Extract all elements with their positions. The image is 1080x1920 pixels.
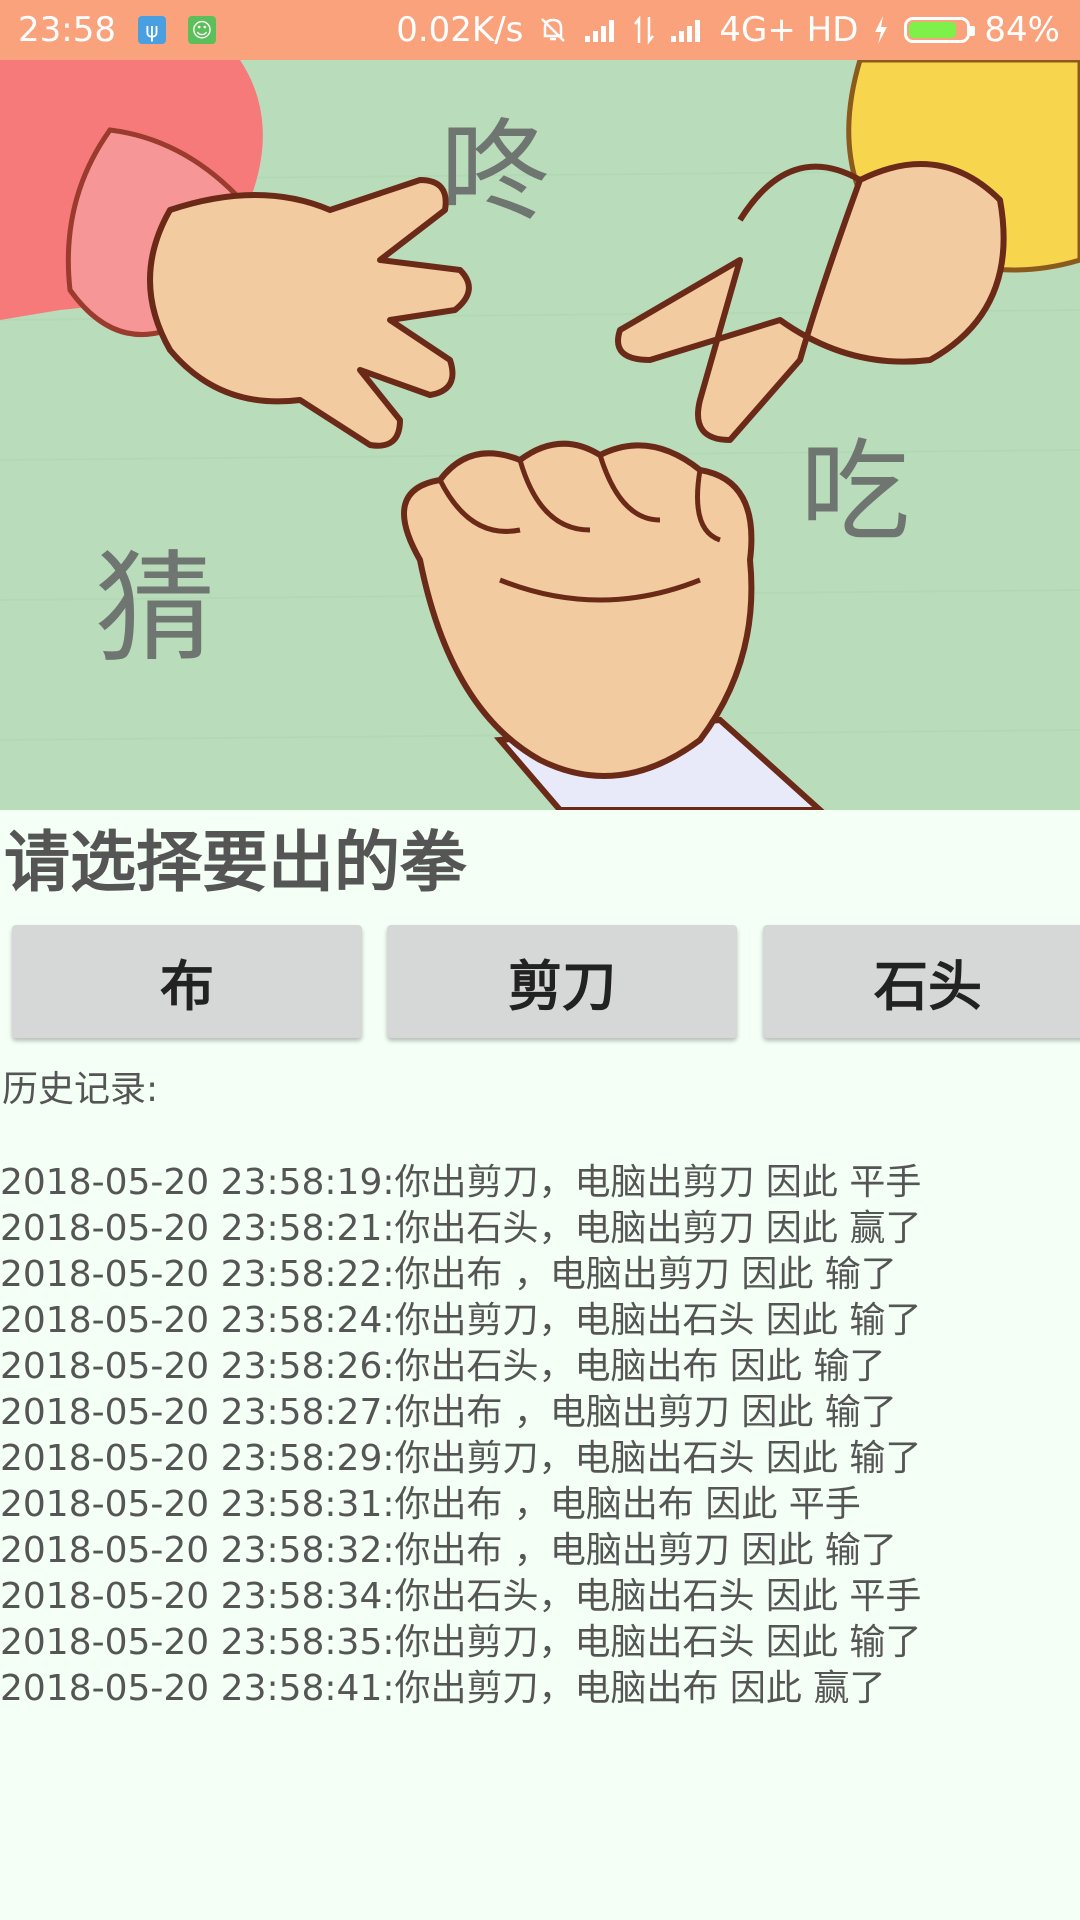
prompt-heading: 请选择要出的拳 — [4, 824, 466, 901]
usb-icon: ψ — [137, 16, 166, 44]
status-bar: 23:58 ψ ☺ 0.02K/s 4G+ HD 84% — [0, 0, 1080, 60]
status-right: 0.02K/s 4G+ HD 84% — [396, 10, 1080, 50]
history-entry: 2018-05-20 23:58:22:你出布 ，电脑出剪刀 因此 输了 — [0, 1254, 897, 1295]
battery-icon — [904, 17, 976, 43]
history-entry: 2018-05-20 23:58:31:你出布 ，电脑出布 因此 平手 — [0, 1484, 861, 1525]
history-entry: 2018-05-20 23:58:29:你出剪刀，电脑出石头 因此 输了 — [0, 1438, 922, 1479]
rock-paper-scissors-illustration: 咚 吃 猜 — [0, 60, 1080, 810]
data-transfer-icon — [634, 15, 655, 45]
history-entry: 2018-05-20 23:58:24:你出剪刀，电脑出石头 因此 输了 — [0, 1300, 922, 1341]
charging-icon — [875, 16, 888, 44]
history-list: 2018-05-20 23:58:19:你出剪刀，电脑出剪刀 因此 平手 201… — [0, 1160, 1080, 1712]
android-bot-icon: ☺ — [187, 16, 216, 44]
hero-char-dong: 咚 — [440, 108, 550, 236]
choice-buttons: 布 剪刀 石头 — [12, 925, 1080, 1041]
history-entry: 2018-05-20 23:58:26:你出石头，电脑出布 因此 输了 — [0, 1346, 886, 1387]
history-entry: 2018-05-20 23:58:21:你出石头，电脑出剪刀 因此 赢了 — [0, 1208, 922, 1249]
hero-illustration: 咚 吃 猜 — [0, 60, 1080, 810]
hero-char-chi: 吃 — [800, 428, 910, 556]
network-type: 4G+ HD — [719, 10, 859, 50]
signal-icon — [585, 20, 615, 42]
history-entry: 2018-05-20 23:58:27:你出布 ，电脑出剪刀 因此 输了 — [0, 1392, 897, 1433]
status-time: 23:58 — [18, 10, 116, 50]
history-entry: 2018-05-20 23:58:34:你出石头，电脑出石头 因此 平手 — [0, 1576, 922, 1617]
history-label: 历史记录: — [2, 1069, 159, 1110]
history-entry: 2018-05-20 23:58:35:你出剪刀，电脑出石头 因此 输了 — [0, 1622, 922, 1663]
paper-button[interactable]: 布 — [12, 925, 362, 1038]
scissors-button[interactable]: 剪刀 — [387, 925, 737, 1038]
history-entry: 2018-05-20 23:58:32:你出布 ，电脑出剪刀 因此 输了 — [0, 1530, 897, 1571]
rock-button[interactable]: 石头 — [763, 925, 1080, 1038]
hero-char-cai: 猜 — [95, 540, 215, 679]
net-speed: 0.02K/s — [396, 10, 524, 50]
signal-icon — [671, 20, 701, 42]
battery-percent: 84% — [984, 10, 1060, 50]
status-left: 23:58 ψ ☺ — [0, 10, 216, 50]
mute-bell-icon — [541, 18, 566, 42]
history-entry: 2018-05-20 23:58:41:你出剪刀，电脑出布 因此 赢了 — [0, 1668, 886, 1709]
battery-fill — [909, 22, 957, 38]
history-entry: 2018-05-20 23:58:19:你出剪刀，电脑出剪刀 因此 平手 — [0, 1162, 922, 1203]
